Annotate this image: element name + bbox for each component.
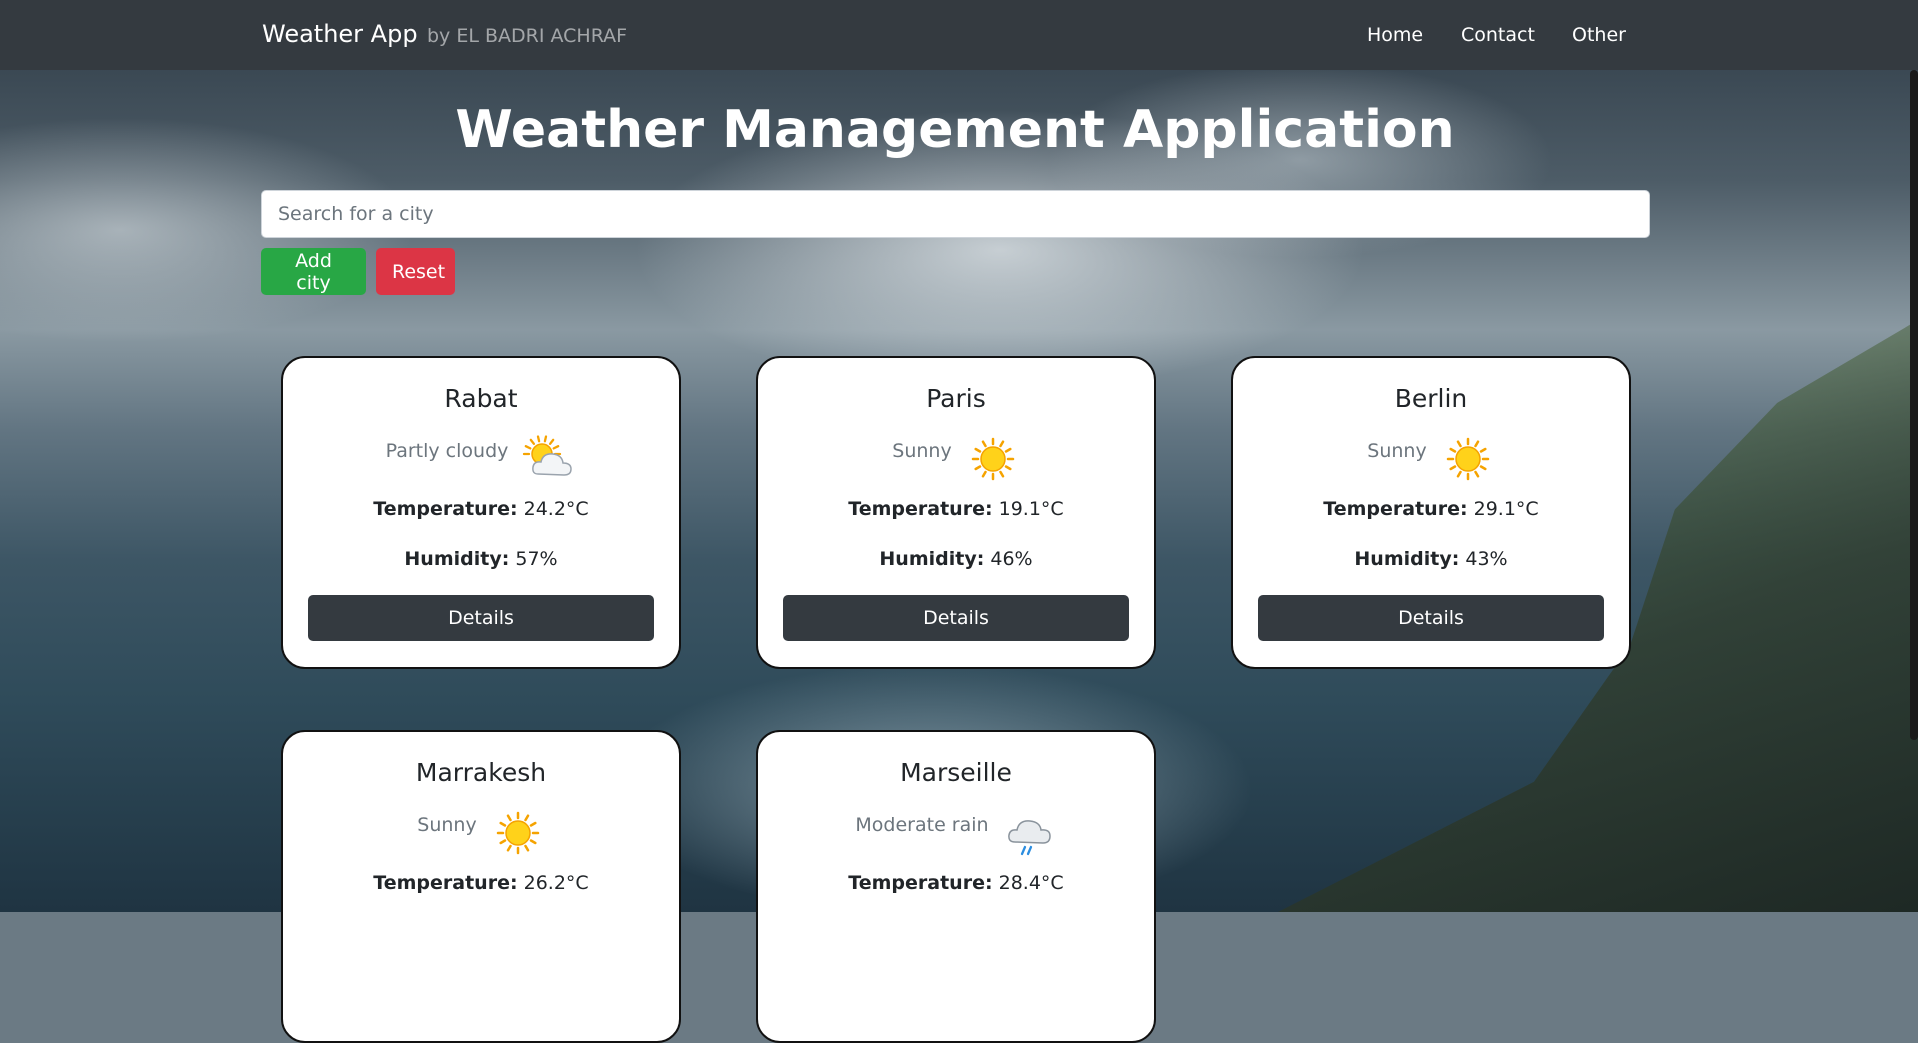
- city-name: Marseille: [900, 758, 1012, 787]
- nav-other-link[interactable]: Other: [1572, 24, 1626, 46]
- city-name: Berlin: [1394, 384, 1468, 413]
- condition-text: Sunny: [892, 440, 952, 462]
- temperature-line: Temperature: 24.2°C: [283, 498, 679, 520]
- city-card-marseille: Marseille Moderate rain Temperature: 28.4°…: [756, 730, 1156, 1043]
- condition-row: Moderate rain: [758, 808, 1154, 858]
- humidity-line: Humidity: 43%: [1233, 548, 1629, 570]
- temperature-value: 29.1°C: [1473, 498, 1539, 520]
- condition-row: Partly cloudy: [283, 434, 679, 484]
- humidity-label: Humidity:: [879, 548, 985, 570]
- humidity-value: 57%: [515, 548, 558, 570]
- city-name: Rabat: [444, 384, 518, 413]
- navbar: Weather App by EL BADRI ACHRAF Home Cont…: [0, 0, 1918, 70]
- rain-cloud-icon: [1003, 808, 1057, 862]
- sun-icon: [1441, 434, 1495, 488]
- temperature-label: Temperature:: [848, 498, 993, 520]
- temperature-value: 26.2°C: [523, 872, 589, 894]
- temperature-line: Temperature: 29.1°C: [1233, 498, 1629, 520]
- sun-icon: [966, 434, 1020, 488]
- nav-contact-link[interactable]: Contact: [1461, 24, 1535, 46]
- partly-cloudy-icon: [522, 434, 576, 488]
- page-title: Weather Management Application: [455, 100, 1455, 160]
- reset-button[interactable]: Reset: [376, 248, 455, 295]
- temperature-value: 24.2°C: [523, 498, 589, 520]
- temperature-value: 28.4°C: [998, 872, 1064, 894]
- temperature-line: Temperature: 26.2°C: [283, 872, 679, 894]
- scrollbar[interactable]: [1910, 70, 1918, 740]
- city-card-rabat: Rabat Partly cloudy Temperature: 24.2°C Hum…: [281, 356, 681, 669]
- city-card-berlin: Berlin Sunny Temperature: 29.1°C Humidity: …: [1231, 356, 1631, 669]
- brand-link[interactable]: Weather App: [262, 20, 418, 48]
- condition-row: Sunny: [1233, 434, 1629, 484]
- condition-row: Sunny: [758, 434, 1154, 484]
- humidity-label: Humidity:: [1354, 548, 1460, 570]
- city-card-marrakesh: Marrakesh Sunny Temperature: 26.2°C: [281, 730, 681, 1043]
- condition-text: Moderate rain: [855, 814, 989, 836]
- temperature-line: Temperature: 28.4°C: [758, 872, 1154, 894]
- details-button[interactable]: Details: [308, 595, 654, 641]
- humidity-value: 43%: [1465, 548, 1508, 570]
- temperature-label: Temperature:: [1323, 498, 1468, 520]
- city-search-input[interactable]: [261, 190, 1650, 238]
- details-button[interactable]: Details: [1258, 595, 1604, 641]
- temperature-label: Temperature:: [373, 498, 518, 520]
- city-name: Marrakesh: [415, 758, 547, 787]
- temperature-value: 19.1°C: [998, 498, 1064, 520]
- temperature-label: Temperature:: [373, 872, 518, 894]
- condition-row: Sunny: [283, 808, 679, 858]
- add-city-button[interactable]: Add city: [261, 248, 366, 295]
- humidity-value: 46%: [990, 548, 1033, 570]
- sun-icon: [491, 808, 545, 862]
- temperature-line: Temperature: 19.1°C: [758, 498, 1154, 520]
- details-button[interactable]: Details: [783, 595, 1129, 641]
- humidity-label: Humidity:: [404, 548, 510, 570]
- nav-home-link[interactable]: Home: [1367, 24, 1423, 46]
- humidity-line: Humidity: 46%: [758, 548, 1154, 570]
- city-name: Paris: [926, 384, 986, 413]
- condition-text: Sunny: [1367, 440, 1427, 462]
- condition-text: Sunny: [417, 814, 477, 836]
- city-card-paris: Paris Sunny Temperature: 19.1°C Humidity: 4…: [756, 356, 1156, 669]
- temperature-label: Temperature:: [848, 872, 993, 894]
- humidity-line: Humidity: 57%: [283, 548, 679, 570]
- author-byline: by EL BADRI ACHRAF: [427, 25, 628, 47]
- condition-text: Partly cloudy: [385, 440, 509, 462]
